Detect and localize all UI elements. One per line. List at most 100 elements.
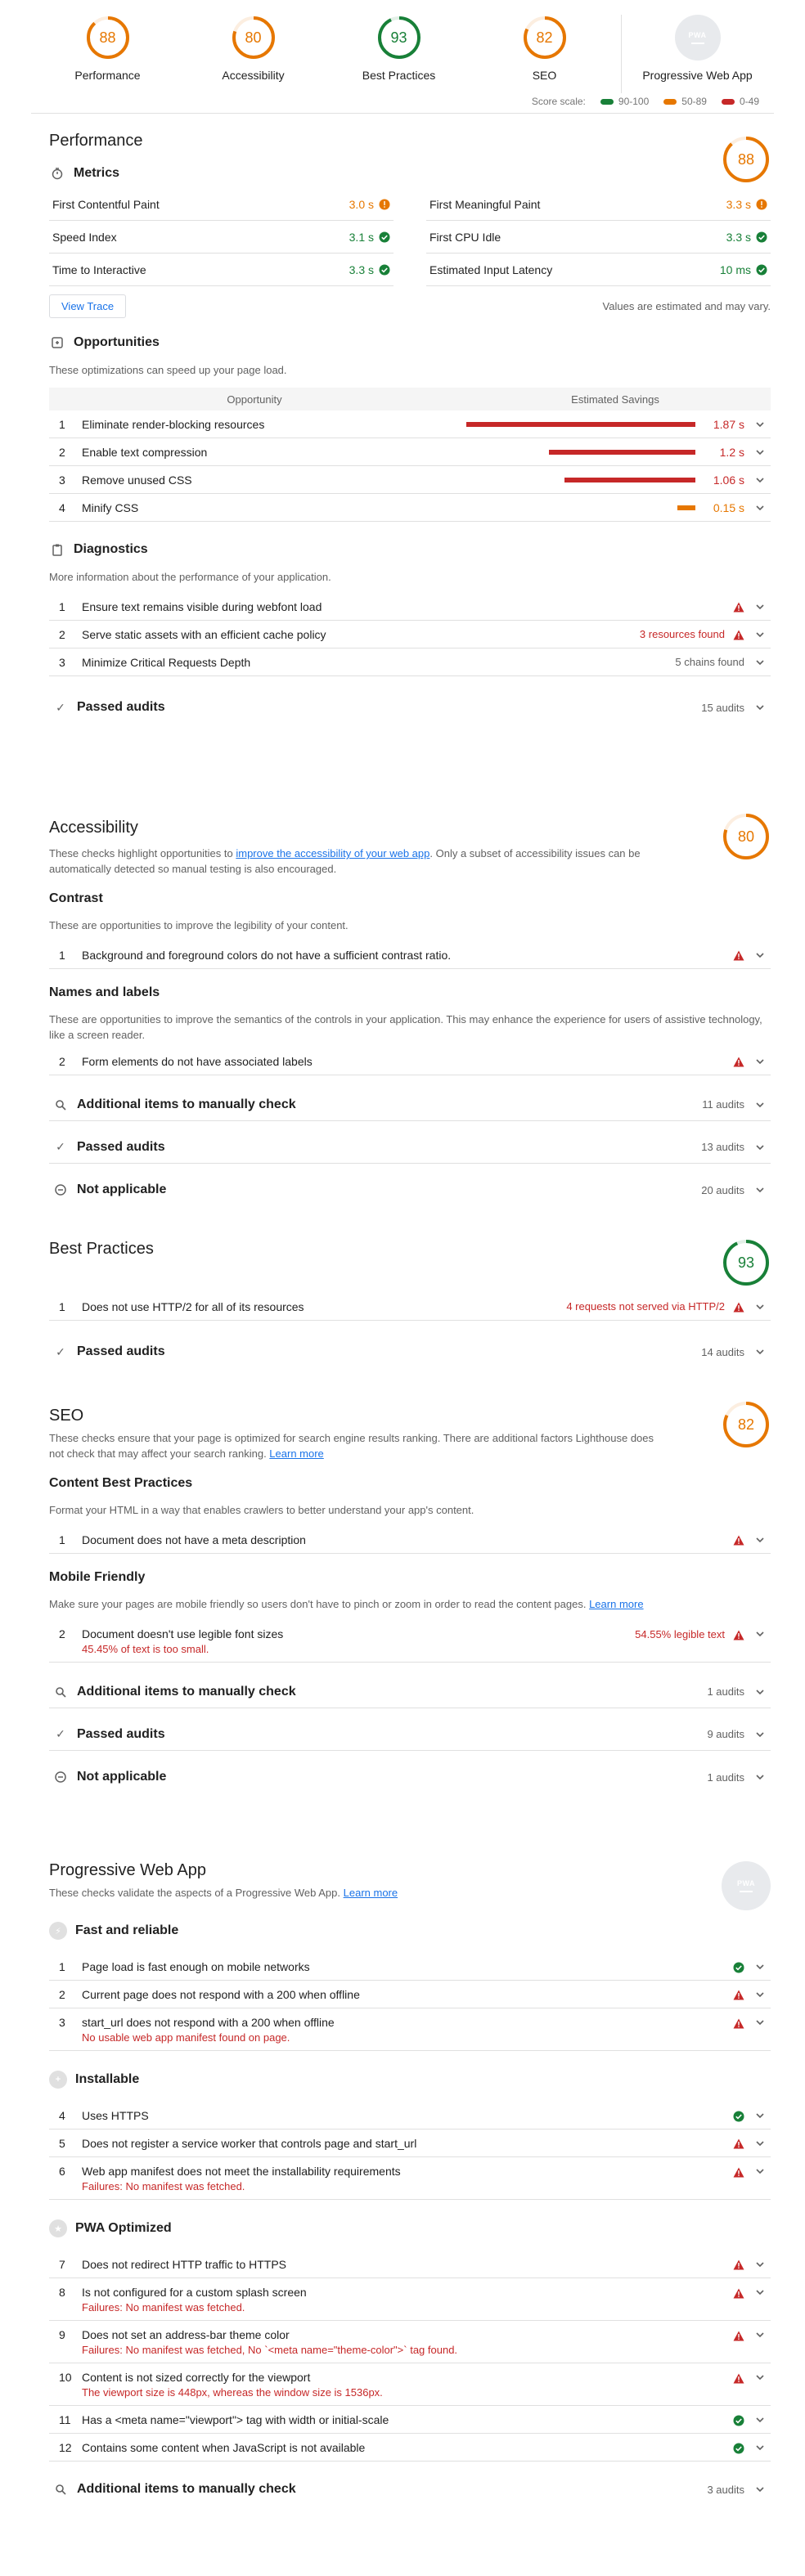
audit-row-form-labels[interactable]: 2 Form elements do not have associated l…	[49, 1048, 771, 1075]
perf-passed-audits[interactable]: ✓ Passed audits 15 audits	[49, 691, 771, 724]
audit-num: 5	[59, 2136, 65, 2150]
audit-title: Current page does not respond with a 200…	[82, 1987, 360, 2001]
a11y-manual-title: Additional items to manually check	[77, 1097, 296, 1111]
opportunity-row[interactable]: 4 Minify CSS 0.15 s	[49, 494, 771, 522]
chevron-down-icon[interactable]	[753, 2257, 767, 2272]
chevron-down-icon[interactable]	[753, 948, 767, 963]
summary-performance[interactable]: 88 Performance	[35, 15, 181, 90]
contrast-title: Contrast	[49, 891, 103, 905]
pwa-audit-row[interactable]: 7 Does not redirect HTTP traffic to HTTPS	[49, 2251, 771, 2278]
pwa-audit-row[interactable]: 12 Contains some content when JavaScript …	[49, 2434, 771, 2462]
seo-learn-link[interactable]: Learn more	[269, 1447, 323, 1460]
chevron-down-icon[interactable]	[753, 2164, 767, 2179]
chevron-down-icon[interactable]	[753, 655, 767, 670]
chevron-down-icon[interactable]	[753, 627, 767, 642]
fail-triangle-icon	[733, 2137, 744, 2150]
seo-not-applicable[interactable]: Not applicable 1 audits	[49, 1761, 771, 1793]
savings-bar-track	[466, 449, 695, 455]
seo-passed-audits[interactable]: ✓ Passed audits 9 audits	[49, 1718, 771, 1751]
pwa-audit-row[interactable]: 1 Page load is fast enough on mobile netw…	[49, 1953, 771, 1981]
opportunity-row[interactable]: 2 Enable text compression 1.2 s	[49, 438, 771, 466]
opportunities-title: Opportunities	[74, 335, 160, 349]
audit-row-contrast[interactable]: 1 Background and foreground colors do no…	[49, 941, 771, 969]
chevron-down-icon[interactable]	[753, 1959, 767, 1974]
diagnostic-row[interactable]: 1 Ensure text remains visible during webf…	[49, 593, 771, 621]
pass-check-icon	[379, 264, 390, 275]
audit-num: 3	[59, 655, 65, 669]
pass-check-icon	[756, 231, 767, 242]
chevron-down-icon[interactable]	[753, 1987, 767, 2002]
opportunity-row[interactable]: 1 Eliminate render-blocking resources 1.87…	[49, 411, 771, 438]
a11y-manual-check[interactable]: Additional items to manually check 11 au…	[49, 1088, 771, 1121]
chevron-down-icon[interactable]	[753, 2285, 767, 2300]
chevron-down-icon[interactable]	[753, 1344, 767, 1359]
chevron-down-icon[interactable]	[753, 599, 767, 614]
score-gauge: 93	[376, 15, 422, 61]
audit-title: Contains some content when JavaScript is…	[82, 2440, 366, 2454]
scale-pass-label: 90-100	[618, 96, 650, 107]
diagnostic-row[interactable]: 3 Minimize Critical Requests Depth 5 chain…	[49, 648, 771, 676]
chevron-down-icon[interactable]	[753, 1054, 767, 1069]
chevron-down-icon[interactable]	[753, 1140, 767, 1155]
chevron-down-icon[interactable]	[753, 1685, 767, 1699]
a11y-not-applicable[interactable]: Not applicable 20 audits	[49, 1174, 771, 1206]
fail-triangle-icon	[733, 2371, 744, 2384]
chevron-down-icon[interactable]	[753, 2370, 767, 2385]
chevron-down-icon[interactable]	[753, 2440, 767, 2455]
chevron-down-icon[interactable]	[753, 2412, 767, 2427]
pwa-audit-row[interactable]: 11 Has a <meta name="viewport"> tag with …	[49, 2406, 771, 2434]
audit-row-http2[interactable]: 1 Does not use HTTP/2 for all of its res…	[49, 1293, 771, 1321]
savings-bar-track	[466, 505, 695, 510]
fail-triangle-icon	[733, 1533, 744, 1546]
chevron-down-icon[interactable]	[753, 1097, 767, 1112]
accessibility-title: Accessibility	[49, 819, 138, 837]
audit-detail: 3 resources found	[639, 628, 725, 640]
metric-label: First Meaningful Paint	[429, 197, 541, 211]
seo-manual-check[interactable]: Additional items to manually check 1 aud…	[49, 1676, 771, 1708]
diagnostic-row[interactable]: 2 Serve static assets with an efficient c…	[49, 621, 771, 648]
a11y-learn-link[interactable]: improve the accessibility of your web ap…	[236, 847, 429, 859]
pwa-audit-row[interactable]: 5 Does not register a service worker that…	[49, 2129, 771, 2157]
audit-row-meta-description[interactable]: 1 Document does not have a meta descript…	[49, 1526, 771, 1554]
chevron-down-icon[interactable]	[753, 2327, 767, 2342]
chevron-down-icon[interactable]	[753, 473, 767, 487]
pwa-audit-row[interactable]: 4 Uses HTTPS	[49, 2102, 771, 2129]
a11y-passed-title: Passed audits	[77, 1139, 165, 1154]
chevron-down-icon[interactable]	[753, 1627, 767, 1641]
chevron-down-icon[interactable]	[753, 1770, 767, 1784]
minus-circle-icon	[52, 1182, 69, 1198]
chevron-down-icon[interactable]	[753, 1533, 767, 1547]
audit-num: 4	[59, 2108, 65, 2122]
summary-seo[interactable]: 82 SEO	[472, 15, 618, 90]
a11y-passed-audits[interactable]: ✓ Passed audits 13 audits	[49, 1131, 771, 1164]
summary-pwa[interactable]: PWA Progressive Web App	[625, 15, 771, 90]
pwa-learn-link[interactable]: Learn more	[344, 1887, 398, 1899]
bp-passed-audits[interactable]: ✓ Passed audits 14 audits	[49, 1335, 771, 1368]
pwa-optimized-header: ★ PWA Optimized	[49, 2219, 771, 2237]
chevron-down-icon[interactable]	[753, 2015, 767, 2030]
opportunity-row[interactable]: 3 Remove unused CSS 1.06 s	[49, 466, 771, 494]
mobile-learn-link[interactable]: Learn more	[589, 1598, 643, 1610]
pwa-audit-row[interactable]: 2 Current page does not respond with a 20…	[49, 1981, 771, 2008]
chevron-down-icon[interactable]	[753, 1727, 767, 1742]
summary-best-practices[interactable]: 93 Best Practices	[326, 15, 472, 90]
chevron-down-icon[interactable]	[753, 445, 767, 460]
savings-bar	[548, 449, 695, 455]
audit-title: Uses HTTPS	[82, 2108, 149, 2122]
chevron-down-icon[interactable]	[753, 1299, 767, 1314]
view-trace-button[interactable]: View Trace	[49, 294, 127, 318]
chevron-down-icon[interactable]	[753, 500, 767, 515]
summary-accessibility[interactable]: 80 Accessibility	[181, 15, 326, 90]
audit-num: 2	[59, 627, 65, 641]
chevron-down-icon[interactable]	[753, 700, 767, 715]
summary-label: Accessibility	[222, 69, 285, 82]
chevron-down-icon[interactable]	[753, 2482, 767, 2497]
audit-title: start_url does not respond with a 200 wh…	[82, 2016, 335, 2029]
chevron-down-icon[interactable]	[753, 2136, 767, 2151]
chevron-down-icon[interactable]	[753, 2108, 767, 2123]
chevron-down-icon[interactable]	[753, 417, 767, 432]
savings-value: 0.15 s	[713, 500, 744, 514]
chevron-down-icon[interactable]	[753, 1183, 767, 1197]
pwa-manual-check[interactable]: Additional items to manually check 3 aud…	[49, 2473, 771, 2506]
metrics-grid: First Contentful Paint 3.0 s Speed Index 3.…	[49, 188, 771, 286]
